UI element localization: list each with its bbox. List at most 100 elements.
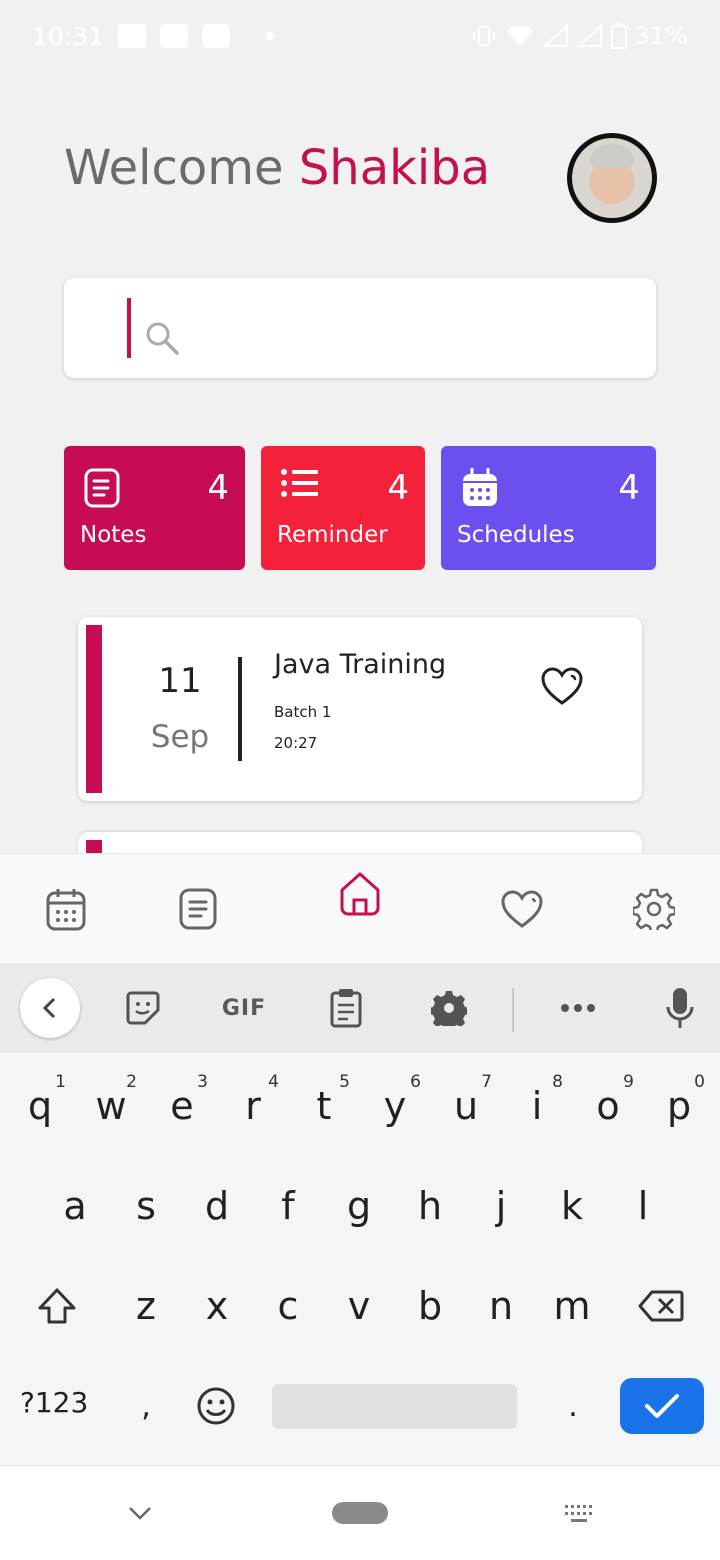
key-h[interactable]: h (400, 1166, 460, 1246)
key-k[interactable]: k (542, 1166, 602, 1246)
chevron-left-icon (42, 997, 56, 1019)
period-key[interactable]: . (543, 1366, 603, 1446)
sticker-button[interactable] (113, 978, 173, 1038)
key-c[interactable]: c (258, 1266, 318, 1346)
key-label: w (95, 1084, 127, 1128)
vibrate-icon (472, 26, 495, 46)
key-f[interactable]: f (258, 1166, 318, 1246)
status-time: 10:31 (32, 21, 105, 51)
key-z[interactable]: z (116, 1266, 176, 1346)
schedule-divider (238, 657, 242, 761)
signal-icon (576, 24, 602, 47)
key-l[interactable]: l (613, 1166, 673, 1246)
key-u[interactable]: u7 (436, 1066, 496, 1146)
reminder-label: Reminder (277, 522, 388, 548)
sticker-icon (126, 991, 160, 1025)
settings-icon (431, 991, 467, 1026)
schedule-item[interactable]: 11 Sep Java Training Batch 1 20:27 (78, 617, 642, 801)
notes-icon (179, 888, 217, 930)
nav-settings[interactable] (614, 854, 694, 964)
key-hint: 8 (552, 1072, 563, 1092)
key-s[interactable]: s (116, 1166, 176, 1246)
schedule-time: 20:27 (274, 734, 318, 752)
key-w[interactable]: w2 (81, 1066, 141, 1146)
notification-dot-icon (266, 32, 275, 40)
symbols-key[interactable]: ?123 (20, 1386, 88, 1419)
youtube-icon (202, 24, 231, 48)
key-t[interactable]: t5 (294, 1066, 354, 1146)
key-v[interactable]: v (329, 1266, 389, 1346)
key-hint: 1 (55, 1072, 66, 1092)
search-input[interactable] (64, 278, 656, 378)
space-key[interactable] (272, 1384, 517, 1429)
heart-icon[interactable] (540, 665, 584, 709)
bottom-navigation (0, 853, 720, 963)
key-p[interactable]: p0 (649, 1066, 709, 1146)
schedules-card[interactable]: 4 Schedules (441, 446, 656, 570)
key-label: e (170, 1084, 194, 1128)
key-hint: 5 (339, 1072, 350, 1092)
notes-count: 4 (207, 468, 229, 508)
voice-input-button[interactable] (650, 978, 710, 1038)
key-q[interactable]: q1 (10, 1066, 70, 1146)
avatar[interactable] (567, 133, 657, 223)
list-icon (281, 469, 318, 497)
key-hint: 7 (481, 1072, 492, 1092)
clipboard-button[interactable] (316, 978, 376, 1038)
schedules-count: 4 (618, 468, 640, 508)
comma-key[interactable]: , (116, 1366, 176, 1446)
backspace-icon (638, 1290, 684, 1322)
key-label: y (383, 1084, 407, 1128)
reminder-card[interactable]: 4 Reminder (261, 446, 425, 570)
key-y[interactable]: y6 (365, 1066, 425, 1146)
nav-calendar[interactable] (26, 854, 106, 964)
key-r[interactable]: r4 (223, 1066, 283, 1146)
notes-label: Notes (80, 522, 147, 548)
keyboard-back-button[interactable] (20, 978, 80, 1038)
avatar-image (572, 138, 652, 218)
shift-key[interactable] (26, 1266, 88, 1346)
emoji-key[interactable] (186, 1366, 246, 1446)
key-m[interactable]: m (542, 1266, 602, 1346)
heart-icon (501, 890, 543, 928)
key-i[interactable]: i8 (507, 1066, 567, 1146)
settings-icon (633, 888, 675, 930)
home-gesture-pill[interactable] (332, 1502, 388, 1524)
check-icon (645, 1394, 679, 1418)
key-e[interactable]: e3 (152, 1066, 212, 1146)
hide-keyboard-icon[interactable] (128, 1506, 152, 1520)
welcome-text: Welcome (64, 140, 284, 196)
key-g[interactable]: g (329, 1166, 389, 1246)
more-button[interactable] (548, 978, 608, 1038)
key-n[interactable]: n (471, 1266, 531, 1346)
key-hint: 3 (197, 1072, 208, 1092)
keyboard-settings-button[interactable] (419, 978, 479, 1038)
keyboard-switch-icon[interactable] (564, 1504, 596, 1524)
enter-key[interactable] (620, 1378, 704, 1434)
backspace-key[interactable] (628, 1266, 694, 1346)
key-label: i (531, 1084, 543, 1128)
key-x[interactable]: x (187, 1266, 247, 1346)
key-a[interactable]: a (45, 1166, 105, 1246)
schedule-subtitle: Batch 1 (274, 703, 332, 721)
search-icon (146, 322, 179, 355)
clipboard-icon (330, 989, 362, 1028)
nav-notes[interactable] (158, 854, 238, 964)
key-d[interactable]: d (187, 1166, 247, 1246)
gif-button[interactable]: GIF (213, 978, 275, 1038)
key-o[interactable]: o9 (578, 1066, 638, 1146)
calendar-icon (46, 889, 86, 931)
notes-icon (84, 468, 120, 508)
nav-home[interactable] (320, 854, 400, 964)
key-b[interactable]: b (400, 1266, 460, 1346)
emoji-icon (197, 1387, 235, 1425)
status-bar: 10:31 31% (0, 0, 720, 72)
nav-favorites[interactable] (482, 854, 562, 964)
home-icon (340, 872, 380, 916)
more-icon (561, 1004, 595, 1012)
notes-card[interactable]: 4 Notes (64, 446, 245, 570)
key-j[interactable]: j (471, 1166, 531, 1246)
welcome-heading: Welcome Shakiba (64, 140, 490, 196)
text-cursor (127, 298, 131, 358)
key-hint: 4 (268, 1072, 279, 1092)
